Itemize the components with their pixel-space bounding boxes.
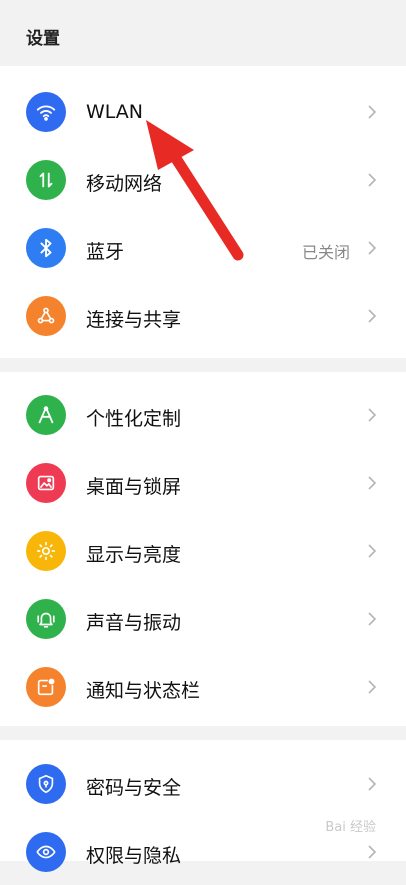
settings-row-connection-sharing[interactable]: 连接与共享 [0, 283, 406, 349]
bluetooth-icon [26, 228, 66, 268]
settings-row-notifications[interactable]: 通知与状态栏 [0, 654, 406, 720]
share-network-icon [26, 296, 66, 336]
wlan-network-name [236, 96, 358, 128]
chevron-right-icon [364, 844, 380, 860]
shield-lock-icon [26, 764, 66, 804]
settings-row-mobile-network[interactable]: 移动网络 [0, 147, 406, 213]
bluetooth-status: 已关闭 [301, 243, 350, 262]
chevron-right-icon [364, 475, 380, 491]
settings-row-wlan[interactable]: WLAN [0, 79, 406, 145]
chevron-right-icon [364, 407, 380, 423]
settings-row-display-brightness[interactable]: 显示与亮度 [0, 518, 406, 584]
bell-vibrate-icon [26, 599, 66, 639]
chevron-right-icon [364, 776, 380, 792]
notifications-label: 通知与状态栏 [86, 680, 201, 702]
permissions-privacy-label: 权限与隐私 [86, 845, 182, 867]
wlan-label: WLAN [86, 101, 144, 123]
display-brightness-label: 显示与亮度 [86, 544, 182, 566]
settings-row-home-lock-screen[interactable]: 桌面与锁屏 [0, 450, 406, 516]
settings-row-sound-vibration[interactable]: 声音与振动 [0, 586, 406, 652]
chevron-right-icon [364, 240, 380, 256]
watermark: Bai 经验 [325, 820, 376, 835]
personalize-icon [26, 395, 66, 435]
settings-group-security: 密码与安全 权限与隐私 [0, 740, 406, 872]
chevron-right-icon [364, 679, 380, 695]
chevron-right-icon [364, 611, 380, 627]
brightness-icon [26, 531, 66, 571]
page-title: 设置 [26, 29, 60, 49]
settings-group-personalization: 个性化定制 桌面与锁屏 显示与亮度 声音与振动 通知与状态栏 [0, 372, 406, 726]
chevron-right-icon [364, 543, 380, 559]
settings-group-connectivity: WLAN 移动网络 蓝牙 已关闭 连接与共享 [0, 66, 406, 358]
settings-row-bluetooth[interactable]: 蓝牙 已关闭 [0, 215, 406, 281]
privacy-eye-icon [26, 832, 66, 872]
chevron-right-icon [364, 104, 380, 120]
notification-icon [26, 667, 66, 707]
wifi-icon [26, 92, 66, 132]
connection-sharing-label: 连接与共享 [86, 309, 182, 331]
personalize-label: 个性化定制 [86, 408, 182, 430]
sound-vibration-label: 声音与振动 [86, 612, 182, 634]
settings-row-password-security[interactable]: 密码与安全 [0, 751, 406, 817]
password-security-label: 密码与安全 [86, 777, 182, 799]
home-lock-screen-label: 桌面与锁屏 [86, 476, 182, 498]
chevron-right-icon [364, 308, 380, 324]
mobile-network-label: 移动网络 [86, 173, 163, 195]
mobile-data-icon [26, 160, 66, 200]
wallpaper-icon [26, 463, 66, 503]
settings-row-personalize[interactable]: 个性化定制 [0, 382, 406, 448]
bluetooth-label: 蓝牙 [86, 241, 125, 263]
chevron-right-icon [364, 172, 380, 188]
